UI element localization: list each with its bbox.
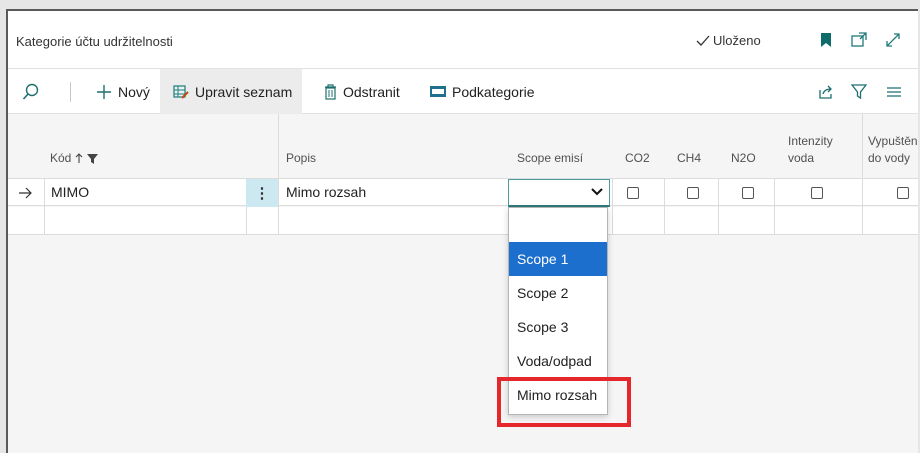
list-view-button[interactable] [886, 69, 902, 114]
saved-status: Uloženo [696, 33, 761, 48]
n2o-checkbox[interactable] [742, 187, 754, 199]
action-bar: Nový Upravit seznam Odstranit Podkategor… [8, 69, 918, 114]
saved-label: Uloženo [713, 33, 761, 48]
expand-icon[interactable] [883, 30, 903, 50]
edit-list-icon [173, 84, 189, 99]
subcategory-icon [430, 86, 446, 97]
title-bar: Kategorie účtu udržitelnosti Uloženo [8, 11, 918, 69]
cell-description[interactable]: Mimo rozsah [286, 184, 366, 200]
edit-list-button[interactable]: Upravit seznam [160, 69, 303, 114]
co2-checkbox[interactable] [627, 187, 639, 199]
new-button[interactable]: Nový [92, 69, 154, 114]
share-button[interactable] [818, 69, 834, 114]
search-button[interactable] [22, 69, 52, 114]
separator [70, 82, 71, 102]
subcategories-button[interactable]: Podkategorie [430, 69, 535, 114]
plus-icon [97, 84, 111, 99]
filter-button[interactable] [851, 69, 867, 114]
empty-row[interactable] [8, 207, 918, 235]
trash-icon [325, 83, 336, 100]
sort-ascending-icon [75, 153, 83, 163]
co2-header-label: CO2 [625, 151, 650, 165]
scope-option-scope-1[interactable]: Scope 1 [509, 242, 607, 276]
subcategories-label: Podkategorie [452, 83, 535, 100]
water-intensity-header-line1: Intenzity [788, 134, 833, 148]
chevron-down-icon [591, 188, 603, 196]
water-intensity-checkbox[interactable] [811, 187, 823, 199]
share-icon [819, 85, 832, 99]
ch4-header-label: CH4 [677, 151, 702, 165]
edit-list-label: Upravit seznam [195, 83, 293, 100]
page-title: Kategorie účtu udržitelnosti [16, 34, 173, 49]
scope-option-water-waste[interactable]: Voda/odpad [509, 344, 607, 378]
water-intensity-header-line2: voda [788, 151, 815, 165]
search-icon [22, 83, 39, 100]
check-icon [696, 35, 710, 46]
water-discharged-checkbox[interactable] [897, 187, 909, 199]
water-discharged-header-line1: Vypuštěno [868, 134, 918, 148]
ch4-checkbox[interactable] [687, 187, 699, 199]
scope-option-scope-2[interactable]: Scope 2 [509, 276, 607, 310]
n2o-header-label: N2O [731, 151, 756, 165]
list-icon [887, 86, 901, 97]
scope-select[interactable] [508, 179, 610, 207]
scope-header-label: Scope emisí [517, 151, 584, 165]
cell-code[interactable]: MIMO [51, 184, 89, 200]
description-header-label: Popis [286, 151, 317, 165]
table-row[interactable]: MIMO ⋮ Mimo rozsah [8, 178, 918, 207]
scope-option-scope-3[interactable]: Scope 3 [509, 310, 607, 344]
delete-button[interactable]: Odstranit [324, 69, 400, 114]
filter-active-icon [87, 153, 99, 164]
row-actions-button[interactable]: ⋮ [246, 179, 278, 207]
scope-option-empty[interactable] [509, 208, 607, 242]
delete-button-label: Odstranit [343, 83, 400, 100]
bookmark-icon[interactable] [816, 30, 836, 50]
highlight-box [497, 377, 631, 427]
new-button-label: Nový [118, 83, 150, 100]
page-window: Kategorie účtu udržitelnosti Uloženo Nov… [6, 9, 918, 453]
code-header-label: Kód [50, 151, 72, 165]
open-new-window-icon[interactable] [849, 30, 869, 50]
arrow-right-icon [19, 187, 32, 199]
water-discharged-header-line2: do vody [868, 151, 911, 165]
filter-icon [851, 83, 867, 99]
